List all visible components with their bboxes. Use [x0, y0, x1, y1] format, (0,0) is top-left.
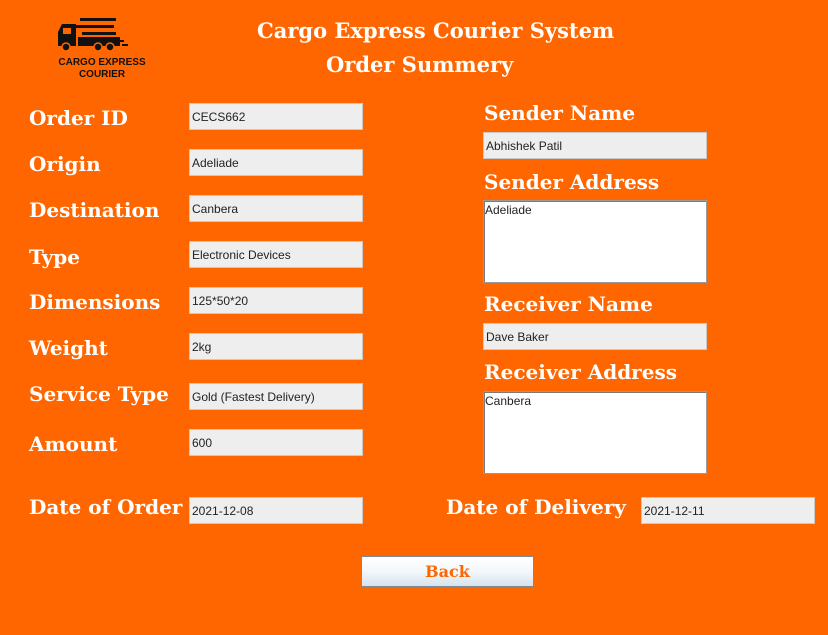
order-id-field[interactable]: [189, 103, 363, 130]
back-button[interactable]: Back: [361, 556, 534, 587]
weight-label: Weight: [29, 336, 108, 360]
weight-field[interactable]: [189, 333, 363, 360]
receiver-address-field[interactable]: Canbera: [483, 391, 707, 474]
date-of-delivery-field[interactable]: [641, 497, 815, 524]
sender-address-label: Sender Address: [484, 170, 660, 194]
origin-label: Origin: [29, 152, 101, 176]
truck-icon: [58, 18, 128, 52]
type-label: Type: [29, 245, 81, 269]
sender-address-field[interactable]: Adeliade: [483, 200, 707, 283]
amount-field[interactable]: [189, 429, 363, 456]
date-of-order-label: Date of Order: [29, 495, 183, 519]
dimensions-label: Dimensions: [29, 290, 161, 314]
destination-label: Destination: [29, 198, 160, 222]
origin-field[interactable]: [189, 149, 363, 176]
type-field[interactable]: [189, 241, 363, 268]
logo-text-line1: CARGO EXPRESS: [58, 57, 146, 68]
dimensions-field[interactable]: [189, 287, 363, 314]
date-of-order-field[interactable]: [189, 497, 363, 524]
destination-field[interactable]: [189, 195, 363, 222]
receiver-name-field[interactable]: [483, 323, 707, 350]
app-title: Cargo Express Courier System: [257, 18, 615, 43]
logo-text-line2: COURIER: [78, 69, 126, 80]
receiver-address-label: Receiver Address: [484, 360, 677, 384]
sender-name-field[interactable]: [483, 132, 707, 159]
sender-name-label: Sender Name: [484, 101, 636, 125]
amount-label: Amount: [29, 432, 118, 456]
date-of-delivery-label: Date of Delivery: [446, 495, 626, 519]
receiver-name-label: Receiver Name: [484, 292, 653, 316]
service-type-field[interactable]: [189, 383, 363, 410]
order-id-label: Order ID: [29, 106, 128, 130]
logo: CARGO EXPRESS COURIER: [52, 10, 152, 85]
page-title: Order Summery: [326, 52, 514, 77]
logo-text: CARGO EXPRESS COURIER: [46, 57, 158, 81]
service-type-label: Service Type: [29, 382, 169, 406]
